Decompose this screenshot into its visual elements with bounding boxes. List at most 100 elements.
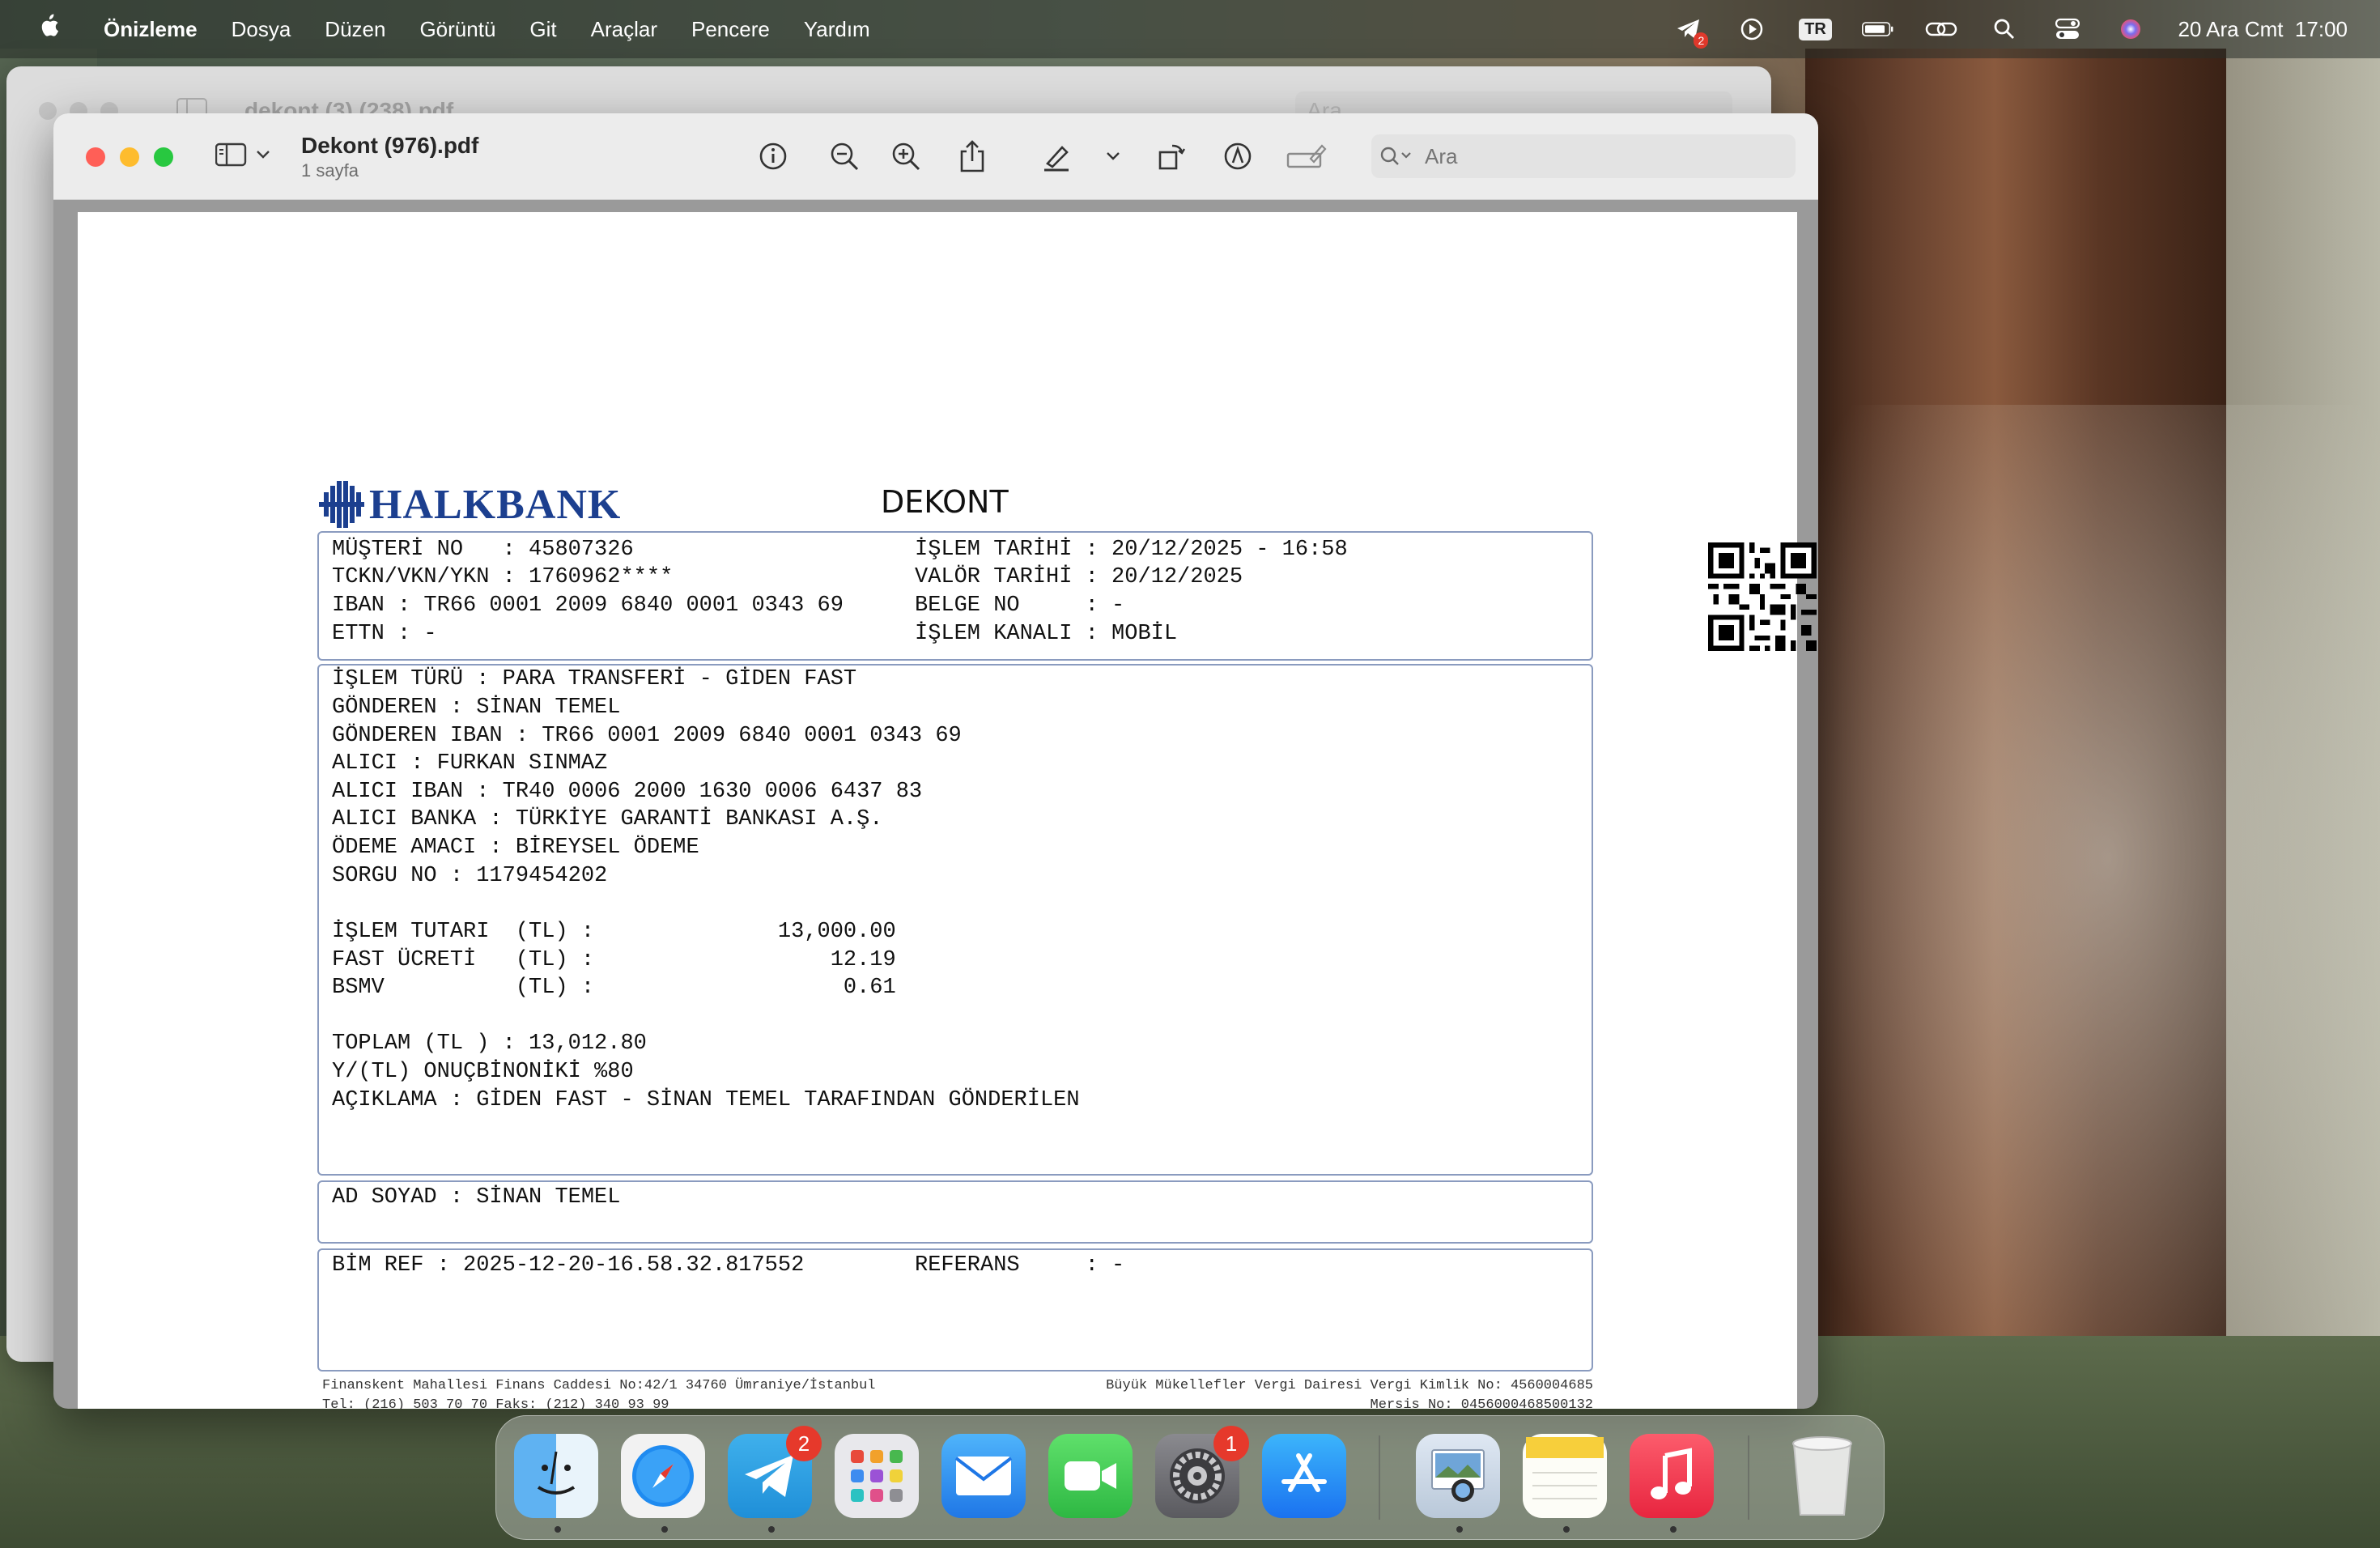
dock-notes[interactable] — [1523, 1434, 1607, 1518]
telegram-badge: 2 — [786, 1426, 822, 1461]
keyboard-layout-label: TR — [1799, 18, 1832, 40]
form-fill-icon[interactable] — [1282, 138, 1331, 175]
value-date: VALÖR TARİHİ : 20/12/2025 — [915, 565, 1243, 589]
bim-ref: BİM REF : 2025-12-20-16.58.32.817552 — [332, 1253, 805, 1278]
settings-badge: 1 — [1213, 1426, 1249, 1461]
control-center-icon[interactable] — [2051, 13, 2084, 45]
facetime-icon — [1065, 1461, 1116, 1491]
telegram-icon[interactable]: 2 — [1672, 13, 1709, 49]
app-store-icon — [1281, 1453, 1327, 1492]
info-icon[interactable] — [754, 138, 792, 175]
detail-line: ALICI : FURKAN SINMAZ — [332, 751, 608, 776]
menu-pencere[interactable]: Pencere — [691, 17, 770, 42]
ettn: ETTN : - — [332, 622, 437, 646]
running-indicator — [1456, 1526, 1463, 1533]
search-icon[interactable] — [1988, 13, 2021, 45]
preview-window[interactable]: Dekont (976).pdf 1 sayfa Ara HALKBANK DE… — [53, 113, 1818, 1409]
dock-app-store[interactable] — [1262, 1434, 1346, 1518]
footer-tax-info: Büyük Mükellefler Vergi Dairesi Vergi Ki… — [1106, 1378, 1593, 1393]
notes-icon — [1526, 1437, 1604, 1499]
zoom-button[interactable] — [154, 147, 173, 167]
markup-icon[interactable] — [1219, 138, 1256, 175]
detail-line: SORGU NO : 1179454202 — [332, 864, 608, 888]
menu-araclar[interactable]: Araçlar — [591, 17, 657, 42]
highlight-options-chevron-icon[interactable] — [1094, 138, 1132, 175]
detail-line: Y/(TL) ONUÇBİNONİKİ %80 — [332, 1060, 634, 1084]
menu-dosya[interactable]: Dosya — [232, 17, 291, 42]
menu-bar: Önizleme Dosya Düzen Görüntü Git Araçlar… — [0, 0, 2380, 58]
transaction-details-box: İŞLEM TÜRÜ : PARA TRANSFERİ - GİDEN FAST… — [317, 664, 1593, 1176]
window-title: Dekont (976).pdf — [301, 133, 479, 158]
sidebar-icon — [215, 142, 247, 167]
launchpad-icon — [851, 1450, 903, 1502]
detail-line: ÖDEME AMACI : BİREYSEL ÖDEME — [332, 836, 699, 860]
clock[interactable]: 20 Ara Cmt 17:00 — [2178, 17, 2348, 42]
zoom-in-icon[interactable] — [887, 138, 924, 175]
detail-line: ALICI IBAN : TR40 0006 2000 1630 0006 64… — [332, 780, 923, 804]
menu-yardim[interactable]: Yardım — [804, 17, 870, 42]
detail-line: FAST ÜCRETİ (TL) : 12.19 — [332, 948, 896, 972]
customer-no: MÜŞTERİ NO : 45807326 — [332, 538, 634, 562]
footer-phone: Tel: (216) 503 70 70 Faks: (212) 340 93 … — [322, 1397, 669, 1409]
menu-duzen[interactable]: Düzen — [325, 17, 385, 42]
close-button[interactable] — [86, 147, 105, 167]
window-title-block: Dekont (976).pdf 1 sayfa — [301, 133, 478, 181]
dock-telegram[interactable]: 2 — [728, 1426, 822, 1518]
detail-line: GÖNDEREN IBAN : TR66 0001 2009 6840 0001… — [332, 724, 962, 748]
search-icon — [1380, 147, 1411, 165]
siri-icon[interactable] — [2114, 13, 2147, 45]
dock-preview[interactable] — [1416, 1434, 1500, 1518]
menu-git[interactable]: Git — [529, 17, 556, 42]
bank-name: HALKBANK — [369, 481, 622, 528]
dock-music[interactable] — [1630, 1434, 1714, 1518]
link-icon[interactable] — [1925, 13, 1957, 45]
footer-mersis: Mersis No: 0456000468500132 — [1370, 1397, 1593, 1409]
running-indicator — [1563, 1526, 1570, 1533]
dock-mail[interactable] — [941, 1434, 1026, 1518]
dock-trash[interactable] — [1780, 1434, 1864, 1518]
detail-line: ALICI BANKA : TÜRKİYE GARANTİ BANKASI A.… — [332, 807, 883, 831]
menu-app-name[interactable]: Önizleme — [104, 17, 198, 42]
reference: REFERANS : - — [915, 1253, 1125, 1278]
dock-separator — [1748, 1435, 1749, 1520]
halkbank-logo-icon — [319, 481, 364, 528]
play-icon[interactable] — [1736, 13, 1768, 45]
dock-facetime[interactable] — [1048, 1434, 1133, 1518]
preview-icon — [1431, 1449, 1485, 1502]
dock-system-settings[interactable]: 1 — [1155, 1426, 1249, 1518]
search-input[interactable] — [1423, 142, 1766, 170]
running-indicator — [661, 1526, 668, 1533]
safari-icon — [632, 1445, 694, 1507]
detail-line: İŞLEM TUTARI (TL) : 13,000.00 — [332, 920, 896, 944]
highlight-icon[interactable] — [1038, 138, 1075, 175]
keyboard-layout-indicator[interactable]: TR — [1799, 13, 1832, 45]
trash-icon — [1792, 1436, 1852, 1516]
dock: 2 1 — [495, 1415, 1885, 1540]
zoom-out-icon[interactable] — [826, 138, 863, 175]
menu-goruntu[interactable]: Görüntü — [419, 17, 495, 42]
telegram-icon — [745, 1455, 793, 1497]
battery-icon[interactable] — [1862, 13, 1894, 45]
document-title: DEKONT — [881, 484, 1009, 520]
search-field[interactable] — [1371, 134, 1796, 178]
running-indicator — [768, 1526, 775, 1533]
dock-finder[interactable] — [514, 1434, 598, 1518]
pdf-page[interactable]: HALKBANK DEKONT MÜŞTERİ NO : 45807326 TC… — [78, 212, 1817, 1409]
dock-launchpad[interactable] — [835, 1434, 919, 1518]
share-icon[interactable] — [954, 138, 991, 175]
header-info-box: MÜŞTERİ NO : 45807326 TCKN/VKN/YKN : 176… — [317, 531, 1817, 661]
finder-icon — [537, 1451, 576, 1495]
window-subtitle: 1 sayfa — [301, 160, 359, 181]
minimize-button[interactable] — [120, 147, 139, 167]
transaction-date: İŞLEM TARİHİ : 20/12/2025 - 16:58 — [915, 538, 1348, 562]
rotate-icon[interactable] — [1153, 138, 1190, 175]
apple-icon[interactable] — [32, 13, 65, 45]
sidebar-toggle-button[interactable] — [215, 142, 270, 167]
dock-safari[interactable] — [621, 1434, 705, 1518]
detail-line: GÖNDEREN : SİNAN TEMEL — [332, 695, 621, 720]
transaction-channel: İŞLEM KANALI : MOBİL — [915, 622, 1178, 646]
iban: IBAN : TR66 0001 2009 6840 0001 0343 69 — [332, 593, 844, 618]
window-toolbar: Dekont (976).pdf 1 sayfa — [53, 113, 1818, 200]
document-no: BELGE NO : - — [915, 593, 1125, 618]
detail-line: İŞLEM TÜRÜ : PARA TRANSFERİ - GİDEN FAST — [332, 667, 857, 691]
